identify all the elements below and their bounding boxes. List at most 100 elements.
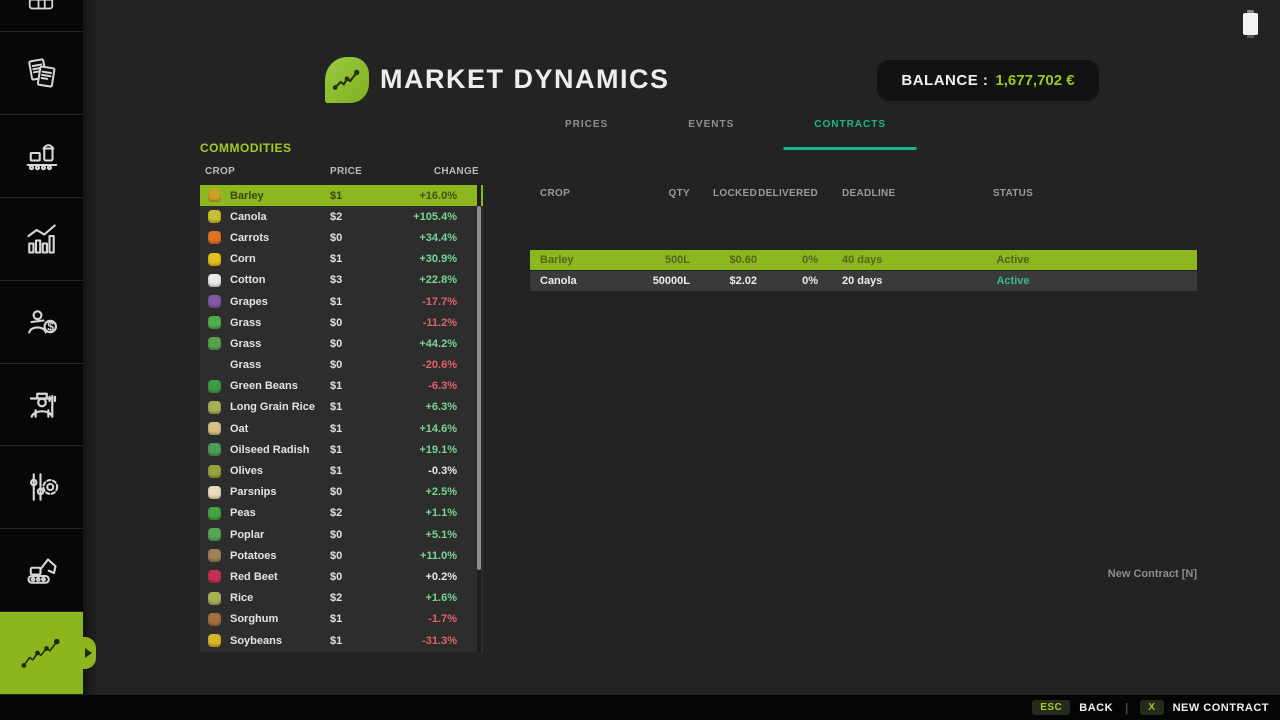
crop-icon xyxy=(208,231,221,244)
sidebar-item-farmer[interactable] xyxy=(0,364,83,447)
commodity-row[interactable]: Grapes $1 -17.7% xyxy=(200,291,483,312)
app-logo xyxy=(325,57,369,103)
crop-name: Grapes xyxy=(230,296,330,308)
commodity-row[interactable]: Grass $0 -11.2% xyxy=(200,312,483,333)
documents-icon xyxy=(25,56,59,90)
crop-name: Olives xyxy=(230,465,330,477)
balance-badge: BALANCE : 1,677,702 € xyxy=(877,60,1099,101)
crop-icon xyxy=(208,486,221,499)
tab-contracts[interactable]: CONTRACTS xyxy=(814,119,886,130)
sidebar-item-map[interactable] xyxy=(0,0,83,32)
commodity-row[interactable]: Rice $2 +1.6% xyxy=(200,588,483,609)
crop-icon xyxy=(208,337,221,350)
crop-name: Carrots xyxy=(230,232,330,244)
commodity-row[interactable]: Green Beans $1 -6.3% xyxy=(200,376,483,397)
contracts-panel: CROP QTY LOCKED DELIVERED DEADLINE STATU… xyxy=(530,188,1197,199)
active-tab-notch xyxy=(83,637,96,669)
balance-value: 1,677,702 € xyxy=(995,72,1074,89)
crop-name: Peas xyxy=(230,507,330,519)
commodity-row[interactable]: Barley $1 +16.0% xyxy=(200,185,483,206)
back-label: BACK xyxy=(1079,702,1113,714)
crop-name: Rice xyxy=(230,592,330,604)
crop-price: $1 xyxy=(330,190,390,202)
crop-price: $0 xyxy=(330,359,390,371)
crop-name: Red Beet xyxy=(230,571,330,583)
farmer-icon xyxy=(23,385,61,423)
crop-change: -1.7% xyxy=(390,613,457,625)
battery-icon xyxy=(1243,13,1258,35)
crop-price: $1 xyxy=(330,380,390,392)
commodity-row[interactable]: Grass $0 -20.6% xyxy=(200,355,483,376)
commodity-row[interactable]: Corn $1 +30.9% xyxy=(200,249,483,270)
crop-change: +44.2% xyxy=(390,338,457,350)
tab-events[interactable]: EVENTS xyxy=(688,119,734,130)
commodity-row[interactable]: Poplar $0 +5.1% xyxy=(200,524,483,545)
x-keycap: X xyxy=(1140,700,1163,715)
crop-change: -17.7% xyxy=(390,296,457,308)
crop-price: $2 xyxy=(330,507,390,519)
crop-name: Oat xyxy=(230,423,330,435)
crop-change: +1.6% xyxy=(390,592,457,604)
column-delivered: DELIVERED xyxy=(757,188,818,199)
crop-change: +1.1% xyxy=(390,507,457,519)
crop-price: $1 xyxy=(330,613,390,625)
column-crop: CROP xyxy=(530,188,600,199)
column-qty: QTY xyxy=(600,188,690,199)
crop-icon xyxy=(208,634,221,647)
new-contract-button[interactable]: X NEW CONTRACT xyxy=(1140,700,1269,715)
contract-qty: 500L xyxy=(600,254,690,266)
crop-price: $1 xyxy=(330,423,390,435)
sidebar-item-contracts[interactable] xyxy=(0,32,83,115)
contract-row[interactable]: Barley 500L $0.60 0% 40 days Active xyxy=(530,250,1197,270)
commodity-row[interactable]: Soybeans $1 -31.3% xyxy=(200,630,483,651)
contract-qty: 50000L xyxy=(600,275,690,287)
crop-icon xyxy=(208,295,221,308)
crop-icon xyxy=(208,380,221,393)
sidebar-item-construction[interactable] xyxy=(0,529,83,612)
tab-prices[interactable]: PRICES xyxy=(565,119,608,130)
sidebar-item-settings[interactable] xyxy=(0,446,83,529)
column-change: CHANGE xyxy=(434,166,479,177)
crop-name: Grass xyxy=(230,317,330,329)
back-button[interactable]: ESC BACK xyxy=(1032,700,1113,715)
contract-row[interactable]: Canola 50000L $2.02 0% 20 days Active xyxy=(530,271,1197,291)
crop-name: Barley xyxy=(230,190,330,202)
commodity-row[interactable]: Potatoes $0 +11.0% xyxy=(200,545,483,566)
commodity-row[interactable]: Olives $1 -0.3% xyxy=(200,460,483,481)
commodity-row[interactable]: Parsnips $0 +2.5% xyxy=(200,482,483,503)
commodity-row[interactable]: Red Beet $0 +0.2% xyxy=(200,566,483,587)
crop-icon xyxy=(208,189,221,202)
sidebar-item-sales[interactable]: $ xyxy=(0,281,83,364)
scrollbar-thumb[interactable] xyxy=(477,206,481,570)
crop-icon xyxy=(208,274,221,287)
commodity-row[interactable]: Long Grain Rice $1 +6.3% xyxy=(200,397,483,418)
crop-change: -0.3% xyxy=(390,465,457,477)
commodity-row[interactable]: Sorghum $1 -1.7% xyxy=(200,609,483,630)
crop-icon xyxy=(208,613,221,626)
crop-change: +0.2% xyxy=(390,571,457,583)
crop-name: Grass xyxy=(230,359,330,371)
crop-price: $0 xyxy=(330,338,390,350)
market-dynamics-icon xyxy=(20,636,64,670)
crop-name: Poplar xyxy=(230,529,330,541)
crop-change: +22.8% xyxy=(390,274,457,286)
commodity-row[interactable]: Peas $2 +1.1% xyxy=(200,503,483,524)
crop-change: +5.1% xyxy=(390,529,457,541)
sidebar-item-statistics[interactable] xyxy=(0,198,83,281)
commodity-row[interactable]: Oat $1 +14.6% xyxy=(200,418,483,439)
commodity-row[interactable]: Grass $0 +44.2% xyxy=(200,333,483,354)
commodity-row[interactable]: Canola $2 +105.4% xyxy=(200,206,483,227)
logo-chart-icon xyxy=(333,68,361,92)
crop-icon xyxy=(208,316,221,329)
crop-price: $3 xyxy=(330,274,390,286)
crop-icon xyxy=(208,570,221,583)
commodity-row[interactable]: Oilseed Radish $1 +19.1% xyxy=(200,439,483,460)
crop-change: -20.6% xyxy=(390,359,457,371)
construction-icon xyxy=(24,552,60,588)
esc-keycap: ESC xyxy=(1032,700,1070,715)
crop-change: +105.4% xyxy=(390,211,457,223)
sidebar-item-production[interactable] xyxy=(0,115,83,198)
commodity-row[interactable]: Cotton $3 +22.8% xyxy=(200,270,483,291)
commodity-row[interactable]: Carrots $0 +34.4% xyxy=(200,227,483,248)
sidebar-item-market-dynamics[interactable] xyxy=(0,612,83,695)
